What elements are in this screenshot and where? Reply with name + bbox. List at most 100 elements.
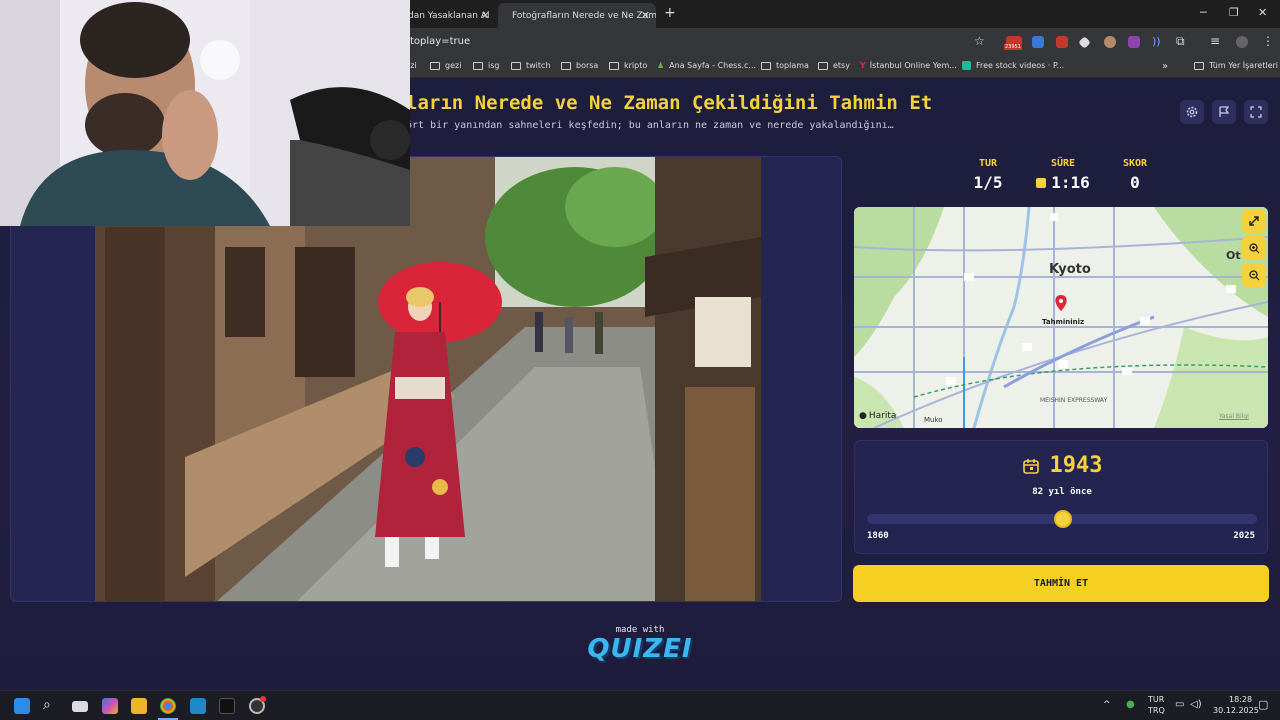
tab-title: Fotoğrafların Nerede ve Ne Zam [512,10,656,21]
year-min-label: 1860 [867,531,889,541]
menu-kebab-icon[interactable]: ⋮ [1262,34,1274,48]
minimize-icon[interactable]: ─ [1200,6,1207,19]
settings-button[interactable] [1180,100,1204,124]
extensions-puzzle-icon[interactable]: ⧉ [1176,34,1185,49]
browser-tab[interactable]: dan Yasaklanan Al ✕ [400,3,496,28]
page-title: ların Nerede ve Ne Zaman Çekildiğini Tah… [406,92,933,114]
audio-extension-icon[interactable]: )) [1152,35,1161,48]
score-value: 0 [1130,173,1140,192]
chrome-icon[interactable] [160,698,176,714]
fullscreen-button[interactable] [1244,100,1268,124]
bookmark-folder[interactable]: isg [473,61,499,70]
windows-taskbar: ⌕ ^ ● TUR TRQ ▭ ◁) 18:28 30.12.2025 ▢ [0,690,1280,720]
tradingview-icon[interactable] [219,698,235,714]
folder-icon [430,61,440,70]
folder-icon [511,61,521,70]
close-tab-icon[interactable]: ✕ [481,9,490,22]
round-value: 1/5 [973,173,1003,192]
yemeksepeti-icon: Y [860,61,866,70]
language-bottom[interactable]: TRQ [1148,706,1165,715]
adblock-extension-icon[interactable] [1056,36,1068,48]
more-bookmarks-chevron-icon[interactable]: » [1162,61,1168,72]
time-value: 1:16 [1051,173,1090,192]
bookmark-item[interactable]: ♟ Ana Sayfa - Chess.c... [657,61,756,70]
close-window-icon[interactable]: ✕ [1258,6,1267,19]
year-value: 1943 [1049,453,1103,478]
report-button[interactable] [1212,100,1236,124]
bookmark-item[interactable]: Free stock videos · P... [962,61,1064,70]
flag-icon [1219,106,1230,117]
url-field[interactable]: toplay=true [410,36,470,47]
extension-badge-count: 23951 [1004,44,1022,50]
marker-label: Tahmininiz [1042,318,1085,326]
map-panel[interactable]: Kyoto Ot Tahmininiz MEISHIN EXPRESSWAY M… [854,207,1268,428]
expressway-label: MEISHIN EXPRESSWAY [1040,397,1108,404]
task-view-icon[interactable] [72,701,88,712]
years-ago-label: 82 yıl önce [1032,487,1092,497]
map-city-label: Kyoto [1049,262,1091,277]
start-windows-icon[interactable] [14,698,30,714]
bookmark-folder[interactable]: gezi [430,61,461,70]
browser-tab-active[interactable]: Fotoğrafların Nerede ve Ne Zam ✕ [498,3,656,28]
bookmark-item[interactable]: Y İstanbul Online Yem... [860,61,957,70]
score-stat: SKOR 0 [1100,158,1170,192]
bookmark-folder[interactable]: toplama [761,61,809,70]
folder-icon [561,61,571,70]
folder-icon [1194,61,1204,70]
volume-icon[interactable]: ◁) [1190,699,1202,710]
folder-icon [609,61,619,70]
year-max-label: 2025 [1233,531,1255,541]
place-label: Muko [924,416,943,424]
clock-date[interactable]: 30.12.2025 [1213,706,1259,715]
copilot-icon[interactable] [102,698,118,714]
zoom-in-icon [1248,242,1259,253]
apple-logo-icon: ● [859,411,867,421]
page-subtitle: ört bir yanından sahneleri keşfedin; bu … [406,120,894,131]
clock-time[interactable]: 18:28 [1229,695,1252,704]
language-top[interactable]: TUR [1148,695,1164,704]
year-slider-track[interactable] [867,510,1257,528]
profile-avatar[interactable] [1236,36,1248,48]
star-bookmark-icon[interactable]: ☆ [974,34,985,48]
gear-icon [1186,106,1198,118]
quizei-logo[interactable]: QUIZEI [0,634,1280,664]
legal-link[interactable]: Yasal Bilgi [1219,413,1249,420]
time-stat: SÜRE 1:16 [1028,158,1098,192]
year-guess-panel: 1943 82 yıl önce 1860 2025 [854,440,1268,554]
search-icon[interactable]: ⌕ [43,697,51,713]
zoom-in-button[interactable] [1242,236,1266,260]
close-tab-icon[interactable]: ✕ [641,9,650,22]
bookmark-folder[interactable]: etsy [818,61,850,70]
year-slider-thumb[interactable] [1054,510,1073,528]
map-city2-label: Ot [1226,249,1241,262]
restore-icon[interactable]: ❐ [1229,6,1239,19]
time-label: SÜRE [1050,158,1076,169]
tab-title: dan Yasaklanan Al [408,10,490,21]
round-stat: TUR 1/5 [953,158,1023,192]
network-icon[interactable]: ▭ [1175,699,1184,710]
guess-button[interactable]: TAHMİN ET [853,565,1269,602]
diamond-extension-icon[interactable] [1078,36,1091,49]
avatar-extension-icon[interactable] [1104,36,1116,48]
map-expand-button[interactable] [1242,209,1266,233]
notifications-icon[interactable]: ▢ [1258,698,1268,711]
folder-icon [761,61,771,70]
bookmark-folder[interactable]: borsa [561,61,598,70]
media-list-icon[interactable]: ≡ [1210,34,1220,48]
translate-extension-icon[interactable] [1032,36,1044,48]
all-bookmarks-folder[interactable]: Tüm Yer İşaretleri [1194,61,1278,70]
round-label: TUR [978,158,998,169]
expand-icon [1249,216,1259,226]
bookmark-folder[interactable]: twitch [511,61,551,70]
bookmark-folder[interactable]: kripto [609,61,647,70]
zoom-out-button[interactable] [1242,263,1266,287]
timer-icon [1036,177,1047,188]
tray-chevron-icon[interactable]: ^ [1103,700,1111,710]
file-explorer-icon[interactable] [131,698,147,714]
pexels-icon [962,61,971,70]
remote-desktop-icon[interactable] [190,698,206,714]
purple-extension-icon[interactable] [1128,36,1140,48]
new-tab-button[interactable]: + [664,5,676,21]
microphone-icon[interactable]: ● [1126,699,1135,710]
map-attribution: ● Harita [859,411,897,421]
